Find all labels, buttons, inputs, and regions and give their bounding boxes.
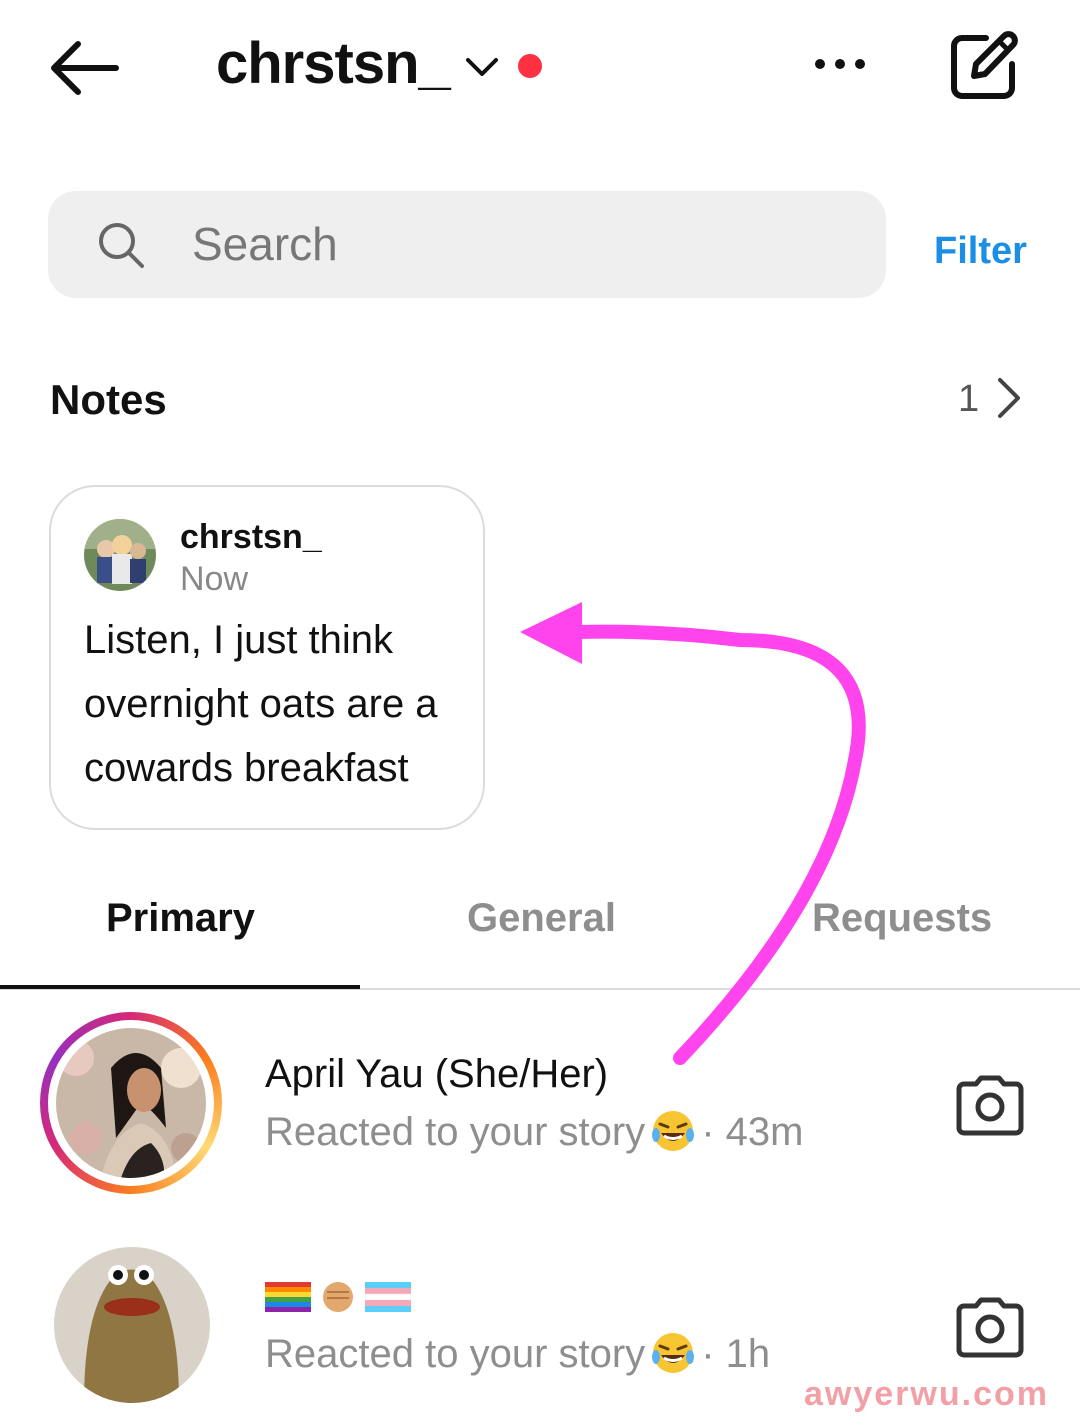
active-tab-indicator [0, 985, 360, 989]
more-options-icon[interactable] [814, 54, 866, 74]
notes-heading: Notes [50, 376, 167, 423]
search-input[interactable]: Search [192, 214, 338, 274]
chevron-right-icon[interactable] [994, 376, 1022, 420]
unread-dot [518, 54, 542, 78]
notes-count[interactable]: 1 [958, 376, 979, 422]
note-username: chrstsn_ [180, 518, 322, 556]
thread-preview-text: Reacted to your story [265, 1332, 646, 1376]
thread-preview: Reacted to your story · 43m [265, 1106, 803, 1159]
tab-general[interactable]: General [467, 890, 616, 946]
laughing-tears-emoji [652, 1333, 695, 1374]
compose-icon[interactable] [946, 28, 1022, 104]
avatar[interactable] [56, 1028, 206, 1178]
search-icon [99, 223, 144, 268]
search-bar[interactable] [48, 191, 886, 298]
thread-preview-text: Reacted to your story [265, 1110, 646, 1154]
camera-icon[interactable] [956, 1074, 1024, 1136]
note-text: Listen, I just think overnight oats are … [84, 618, 438, 790]
thread-time: · 43m [701, 1110, 804, 1154]
raised-fist-emoji [323, 1282, 353, 1312]
thread-time: · 1h [701, 1332, 771, 1376]
rainbow-flag-emoji [265, 1282, 311, 1312]
camera-icon[interactable] [956, 1296, 1024, 1358]
thread-preview: Reacted to your story · 1h [265, 1328, 770, 1381]
avatar[interactable] [54, 1247, 210, 1403]
filter-button[interactable]: Filter [934, 226, 1027, 276]
account-username[interactable]: chrstsn_ [216, 28, 451, 100]
watermark: awyerwu.com [804, 1375, 1049, 1413]
chevron-down-icon[interactable] [464, 52, 500, 80]
transgender-flag-emoji [364, 1282, 412, 1312]
back-arrow-icon[interactable] [48, 36, 122, 100]
note-timestamp: Now [180, 560, 249, 598]
tab-requests[interactable]: Requests [812, 890, 992, 946]
thread-name-emojis [265, 1282, 412, 1312]
tab-primary[interactable]: Primary [106, 890, 255, 946]
thread-name: April Yau (She/Her) [265, 1052, 609, 1096]
laughing-tears-emoji [652, 1111, 695, 1152]
note-avatar [84, 519, 156, 591]
